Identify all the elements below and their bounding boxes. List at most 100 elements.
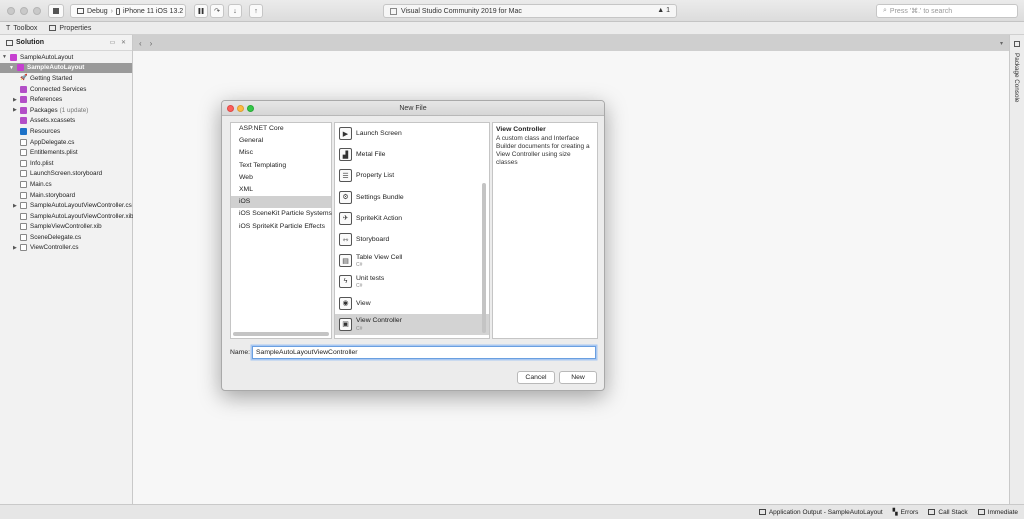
warning-indicator[interactable]: ▲ 1 bbox=[657, 7, 670, 14]
tree-row-project[interactable]: ▼ SampleAutoLayout bbox=[0, 62, 132, 74]
cancel-button[interactable]: Cancel bbox=[517, 371, 555, 384]
update-note: (1 update) bbox=[59, 106, 89, 114]
step-out-icon: ↑ bbox=[254, 7, 258, 15]
template-item[interactable]: ✈ SpriteKit Action bbox=[335, 208, 489, 229]
nav-forward-icon[interactable]: › bbox=[150, 39, 153, 48]
dialog-titlebar: New File bbox=[222, 101, 604, 116]
template-scrollbar[interactable] bbox=[482, 183, 486, 333]
tree-label: SceneDelegate.cs bbox=[30, 233, 82, 241]
category-item[interactable]: XML bbox=[231, 184, 331, 196]
category-item[interactable]: iOS SpriteKit Particle Effects bbox=[231, 221, 331, 233]
category-item[interactable]: General bbox=[231, 135, 331, 147]
tree-row-getting-started[interactable]: 🚀 Getting Started bbox=[0, 73, 132, 84]
template-item[interactable]: ▶ Launch Screen bbox=[335, 123, 489, 144]
name-label: Name: bbox=[230, 349, 251, 356]
pause-button[interactable] bbox=[194, 4, 208, 18]
tree-row-file[interactable]: ▶ ViewController.cs bbox=[0, 243, 132, 254]
tree-row-file[interactable]: Info.plist bbox=[0, 158, 132, 169]
application-output-tab[interactable]: Application Output - SampleAutoLayout bbox=[758, 508, 883, 516]
stop-button[interactable] bbox=[48, 4, 64, 18]
toolbox-tab[interactable]: T Toolbox bbox=[6, 25, 37, 32]
output-label: Application Output - SampleAutoLayout bbox=[768, 508, 883, 516]
pad-controls[interactable]: ▭ ✕ bbox=[110, 39, 128, 46]
file-icon bbox=[20, 212, 27, 220]
template-item[interactable]: ▤ Table View Cell C# bbox=[335, 250, 489, 271]
warning-count: 1 bbox=[666, 7, 670, 14]
file-icon bbox=[20, 149, 27, 157]
table-view-cell-icon: ▤ bbox=[339, 254, 352, 268]
file-icon bbox=[20, 159, 27, 167]
template-name: Metal File bbox=[356, 151, 386, 159]
disclosure-closed-icon: ▶ bbox=[13, 202, 17, 209]
storyboard-icon: ⇿ bbox=[339, 233, 352, 247]
close-window-button[interactable] bbox=[7, 7, 15, 15]
tree-label: Resources bbox=[30, 127, 61, 135]
package-console-tab[interactable]: Package Console bbox=[1013, 53, 1020, 102]
category-item-selected[interactable]: iOS bbox=[231, 196, 331, 209]
category-item[interactable]: Text Templating bbox=[231, 160, 331, 172]
tree-row-packages[interactable]: ▶ Packages (1 update) bbox=[0, 105, 132, 116]
template-item[interactable]: ⚙ Settings Bundle bbox=[335, 187, 489, 208]
configuration-selector[interactable]: Debug › iPhone 11 iOS 13.2 bbox=[70, 4, 186, 18]
minimize-window-button[interactable] bbox=[20, 7, 28, 15]
immediate-tab[interactable]: Immediate bbox=[977, 509, 1018, 516]
tree-row-file[interactable]: ▶ SampleAutoLayoutViewController.cs bbox=[0, 200, 132, 211]
dialog-zoom-button[interactable] bbox=[247, 104, 254, 112]
tab-overflow-icon[interactable]: ▾ bbox=[1000, 40, 1003, 47]
template-item[interactable]: ☰ Property List bbox=[335, 165, 489, 186]
category-item[interactable]: ASP.NET Core bbox=[231, 123, 331, 135]
category-item[interactable]: Misc bbox=[231, 147, 331, 159]
tree-label: References bbox=[30, 96, 63, 104]
template-language: C# bbox=[356, 283, 363, 290]
category-item[interactable]: iOS SceneKit Particle Systems bbox=[231, 208, 332, 220]
tree-row-file[interactable]: Entitlements.plist bbox=[0, 147, 132, 158]
nav-back-icon[interactable]: ‹ bbox=[139, 39, 142, 48]
call-stack-icon bbox=[928, 509, 936, 515]
template-name: Launch Screen bbox=[356, 130, 402, 138]
tree-row-file[interactable]: SampleAutoLayoutViewController.xib bbox=[0, 211, 134, 222]
step-out-button[interactable]: ↑ bbox=[249, 4, 263, 18]
tree-row-solution[interactable]: ▼ SampleAutoLayout bbox=[0, 52, 132, 63]
dialog-minimize-button[interactable] bbox=[237, 104, 244, 112]
tree-label: ViewController.cs bbox=[30, 244, 79, 252]
chevron-right-icon: › bbox=[110, 7, 113, 15]
template-item-selected[interactable]: ▣ View Controller C# bbox=[335, 313, 489, 335]
tree-label: SampleAutoLayout bbox=[20, 53, 74, 61]
errors-tab[interactable]: ▚ Errors bbox=[893, 508, 919, 517]
tree-label: Info.plist bbox=[30, 159, 54, 167]
tree-row-references[interactable]: ▶ References bbox=[0, 94, 132, 105]
category-item[interactable]: Web bbox=[231, 172, 331, 184]
tree-row-resources[interactable]: Resources bbox=[0, 126, 132, 137]
zoom-window-button[interactable] bbox=[33, 7, 41, 15]
disclosure-open-icon: ▼ bbox=[9, 64, 14, 71]
status-text: Visual Studio Community 2019 for Mac bbox=[401, 7, 522, 15]
template-item[interactable]: ϟ Unit tests C# bbox=[335, 271, 489, 292]
tree-row-file[interactable]: Main.cs bbox=[0, 179, 132, 190]
step-into-button[interactable]: ↓ bbox=[228, 4, 242, 18]
tree-label: Getting Started bbox=[30, 74, 73, 82]
project-icon bbox=[17, 64, 24, 72]
stop-icon bbox=[53, 8, 59, 14]
properties-tab[interactable]: Properties bbox=[49, 25, 91, 32]
template-item[interactable]: ⇿ Storyboard bbox=[335, 229, 489, 250]
tree-row-file[interactable]: SampleViewController.xib bbox=[0, 222, 132, 233]
new-button[interactable]: New bbox=[559, 371, 597, 384]
category-scrollbar[interactable] bbox=[233, 332, 329, 336]
file-name-input[interactable] bbox=[252, 346, 596, 359]
package-console-icon bbox=[1014, 41, 1020, 47]
tree-label: Entitlements.plist bbox=[30, 149, 78, 157]
call-stack-tab[interactable]: Call Stack bbox=[928, 509, 968, 516]
tree-row-file[interactable]: Main.storyboard bbox=[0, 190, 132, 201]
template-item[interactable]: ▟ Metal File bbox=[335, 144, 489, 165]
tree-row-assets[interactable]: Assets.xcassets bbox=[0, 116, 132, 127]
step-over-button[interactable]: ↷ bbox=[210, 4, 224, 18]
tree-row-file[interactable]: LaunchScreen.storyboard bbox=[0, 169, 132, 180]
template-item[interactable]: ◉ View bbox=[335, 293, 489, 314]
tree-row-file[interactable]: AppDelegate.cs bbox=[0, 137, 132, 148]
dialog-close-button[interactable] bbox=[227, 104, 234, 112]
file-icon bbox=[20, 244, 27, 252]
tree-row-file[interactable]: SceneDelegate.cs bbox=[0, 232, 132, 243]
global-search-field[interactable]: ⌕ Press '⌘.' to search bbox=[876, 4, 1018, 18]
right-pad-strip: Package Console bbox=[1009, 35, 1024, 504]
tree-row-connected-services[interactable]: Connected Services bbox=[0, 84, 132, 95]
